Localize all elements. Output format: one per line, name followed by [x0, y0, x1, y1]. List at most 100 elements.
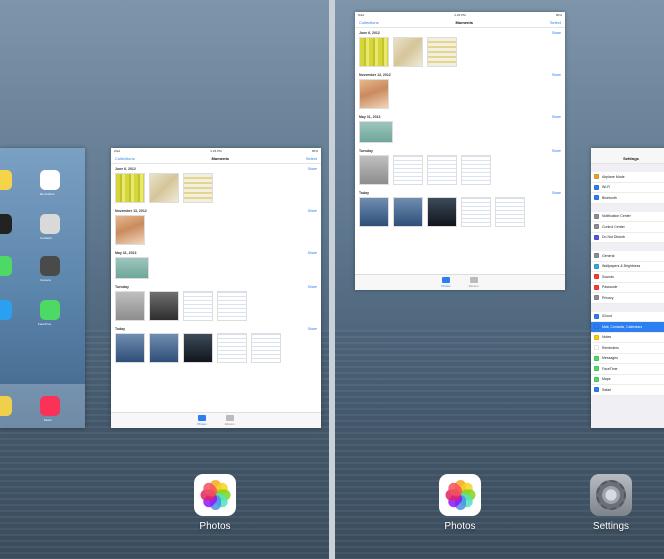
settings-app-card[interactable]: Settings Airplane Mode Wi-Fi Bluetooth Noti… [591, 148, 664, 428]
moment-header: May 31, 2013 Share [355, 112, 565, 120]
settings-app-launcher[interactable]: Settings [590, 474, 632, 532]
settings-row[interactable]: Mail, Contacts, Calendars [591, 322, 664, 333]
tab-bar: Photos Albums [355, 274, 565, 290]
settings-row[interactable]: Bluetooth [591, 193, 664, 204]
photo-thumbnail[interactable] [115, 291, 145, 321]
select-button[interactable]: Select [306, 156, 317, 161]
home-screen-card[interactable]: Reminders Contacts Camera FaceTime Music [0, 148, 85, 428]
settings-row[interactable]: Passcode [591, 282, 664, 293]
tab-photos[interactable]: Photos [441, 277, 451, 288]
facetime-icon [40, 300, 60, 320]
settings-row-icon [594, 184, 599, 190]
home-label: Music [44, 418, 52, 422]
share-button[interactable]: Share [308, 251, 317, 255]
page-title: Settings [623, 156, 639, 161]
home-label: Contacts [40, 236, 52, 240]
photo-thumbnail[interactable] [115, 173, 145, 203]
collections-back-button[interactable]: Collections [359, 20, 379, 25]
settings-row[interactable]: Notes [591, 332, 664, 343]
share-button[interactable]: Share [308, 209, 317, 213]
settings-row[interactable]: Messages [591, 353, 664, 364]
app-label: Settings [592, 521, 630, 532]
photos-app-launcher[interactable]: Photos [439, 474, 481, 532]
settings-row[interactable]: Airplane Mode [591, 172, 664, 183]
photo-thumbnail[interactable] [183, 173, 213, 203]
photo-thumbnail[interactable] [359, 121, 393, 143]
photo-thumbnail[interactable] [461, 197, 491, 227]
settings-row[interactable]: Control Center [591, 222, 664, 233]
photo-thumbnail[interactable] [393, 197, 423, 227]
moment-thumbnails [111, 332, 321, 366]
settings-row[interactable]: Privacy [591, 293, 664, 304]
settings-row-label: Wallpapers & Brightness [602, 264, 641, 269]
photo-thumbnail[interactable] [251, 333, 281, 363]
settings-row[interactable]: Reminders [591, 343, 664, 354]
photo-thumbnail[interactable] [149, 333, 179, 363]
settings-row[interactable]: Do Not Disturb [591, 232, 664, 243]
photo-thumbnail[interactable] [427, 155, 457, 185]
app-label: Photos [199, 521, 231, 532]
photo-thumbnail[interactable] [427, 197, 457, 227]
section-gap [591, 243, 664, 251]
photo-thumbnail[interactable] [359, 79, 389, 109]
status-time: 2:26 PM [454, 13, 466, 17]
select-button[interactable]: Select [550, 20, 561, 25]
photo-thumbnail[interactable] [217, 291, 247, 321]
settings-row[interactable]: Wi-Fi [591, 182, 664, 193]
settings-row[interactable]: Notification Center [591, 211, 664, 222]
photo-thumbnail[interactable] [115, 333, 145, 363]
settings-row-label: Privacy [602, 295, 614, 300]
moment-header: Tuesday Share [111, 282, 321, 290]
photo-thumbnail[interactable] [149, 173, 179, 203]
settings-row-icon [594, 274, 599, 280]
settings-row[interactable]: iCloud [591, 311, 664, 322]
settings-row[interactable]: Sounds [591, 272, 664, 283]
share-button[interactable]: Share [552, 149, 561, 153]
tab-albums[interactable]: Albums [225, 415, 235, 426]
photo-thumbnail[interactable] [359, 155, 389, 185]
moment-thumbnails [355, 78, 565, 112]
share-button[interactable]: Share [308, 167, 317, 171]
photo-thumbnail[interactable] [183, 291, 213, 321]
settings-row[interactable]: General [591, 251, 664, 262]
photo-thumbnail[interactable] [359, 197, 389, 227]
safari-icon [0, 396, 12, 416]
photos-app-card[interactable]: iPad 2:26 PM 80% Collections Moments Sel… [111, 148, 321, 428]
photo-thumbnail[interactable] [359, 37, 389, 67]
messages-icon [0, 256, 12, 276]
share-button[interactable]: Share [552, 31, 561, 35]
settings-row[interactable]: Safari [591, 385, 664, 396]
photo-thumbnail[interactable] [393, 155, 423, 185]
photo-thumbnail[interactable] [115, 257, 149, 279]
settings-row[interactable]: Maps [591, 374, 664, 385]
share-button[interactable]: Share [552, 191, 561, 195]
game-center-icon [0, 214, 12, 234]
photo-thumbnail[interactable] [217, 333, 247, 363]
photos-tab-icon [197, 415, 206, 421]
share-button[interactable]: Share [308, 327, 317, 331]
tab-photos[interactable]: Photos [197, 415, 207, 426]
status-battery: 80% [555, 13, 562, 17]
collections-back-button[interactable]: Collections [115, 156, 135, 161]
photos-app-card[interactable]: iPad 2:26 PM 80% Collections Moments Sel… [355, 12, 565, 290]
share-button[interactable]: Share [552, 115, 561, 119]
settings-row-icon [594, 376, 599, 382]
share-button[interactable]: Share [308, 285, 317, 289]
share-button[interactable]: Share [552, 73, 561, 77]
settings-list: Airplane Mode Wi-Fi Bluetooth Notification … [591, 172, 664, 396]
tab-albums[interactable]: Albums [469, 277, 479, 288]
status-carrier: iPad [114, 149, 121, 153]
photo-thumbnail[interactable] [495, 197, 525, 227]
moment-header: Today Share [355, 188, 565, 196]
photo-thumbnail[interactable] [115, 215, 145, 245]
settings-row[interactable]: FaceTime [591, 364, 664, 375]
photo-thumbnail[interactable] [461, 155, 491, 185]
settings-row[interactable]: Wallpapers & Brightness [591, 261, 664, 272]
photo-thumbnail[interactable] [427, 37, 457, 67]
photo-thumbnail[interactable] [393, 37, 423, 67]
photos-icon [194, 474, 236, 516]
photos-app-launcher[interactable]: Photos [194, 474, 236, 532]
photo-thumbnail[interactable] [149, 291, 179, 321]
photo-thumbnail[interactable] [183, 333, 213, 363]
tab-bar: Photos Albums [111, 412, 321, 428]
